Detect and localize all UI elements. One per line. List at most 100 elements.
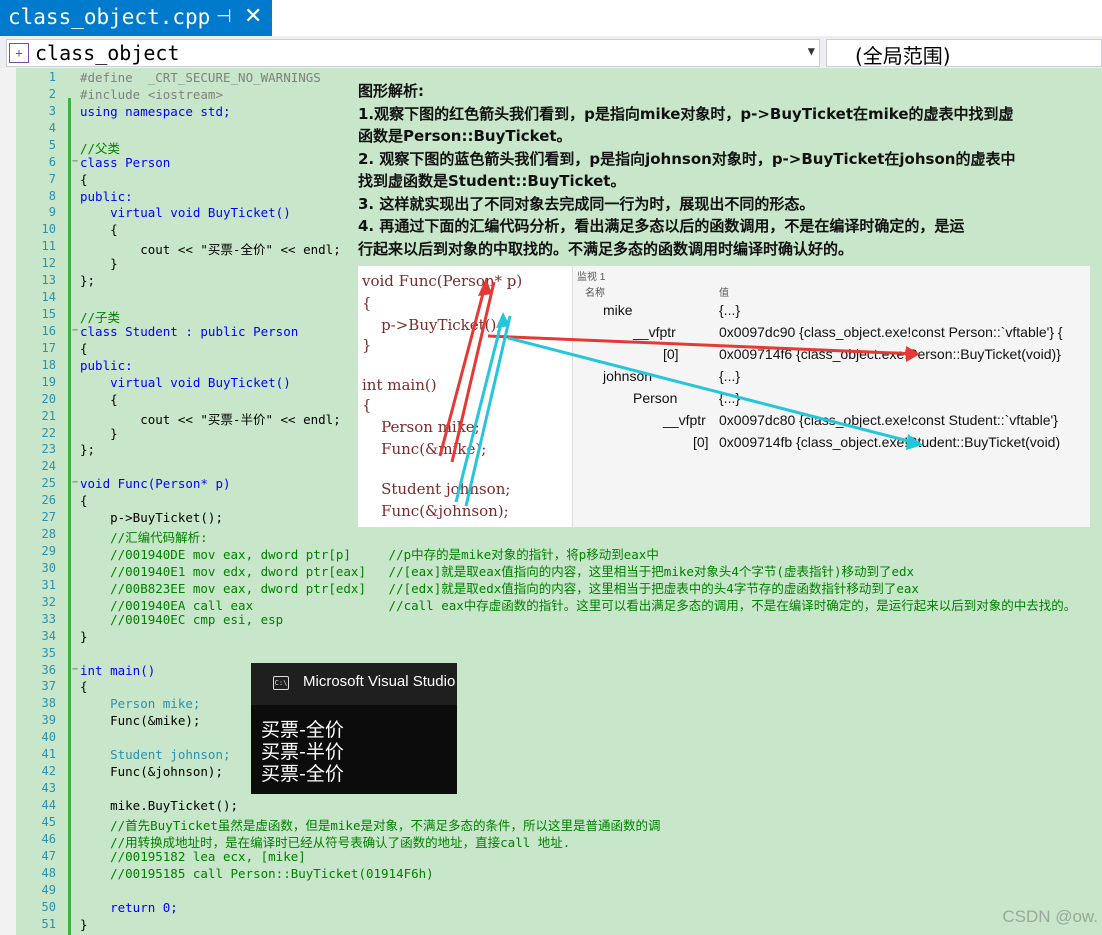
tab-bar: class_object.cpp ⊣ ✕ bbox=[0, 0, 1102, 36]
code-line[interactable]: class Student : public Person bbox=[80, 324, 298, 339]
line-number: 20 bbox=[41, 391, 56, 406]
code-line[interactable]: cout << "买票-半价" << endl; bbox=[80, 409, 341, 428]
line-number: 25 bbox=[41, 476, 56, 491]
close-icon[interactable]: ✕ bbox=[244, 3, 262, 29]
navigation-bar: + class_object ▼ (全局范围) bbox=[0, 36, 1102, 68]
code-line[interactable]: void Func(Person* p) bbox=[80, 476, 231, 491]
line-number: 17 bbox=[41, 340, 56, 355]
line-number: 47 bbox=[41, 848, 56, 863]
line-number: 11 bbox=[41, 239, 56, 254]
analysis-line: 图形解析: bbox=[358, 82, 424, 100]
code-line[interactable]: cout << "买票-全价" << endl; bbox=[80, 239, 341, 258]
glyph-margin bbox=[0, 68, 16, 935]
console-icon: C:\ bbox=[273, 676, 289, 690]
analysis-text: 图形解析: 1.观察下图的红色箭头我们看到，p是指向mike对象时，p->BuyT… bbox=[358, 80, 1098, 260]
line-number: 6 bbox=[48, 154, 56, 169]
code-line[interactable]: mike.BuyTicket(); bbox=[80, 798, 238, 813]
code-line[interactable]: class Person bbox=[80, 155, 170, 170]
code-line[interactable]: //00195185 call Person::BuyTicket(01914F… bbox=[80, 866, 434, 881]
class-icon: + bbox=[9, 43, 29, 63]
line-number: 22 bbox=[41, 425, 56, 440]
collapse-icon[interactable]: − bbox=[72, 325, 78, 336]
code-line[interactable]: { bbox=[80, 392, 118, 407]
collapse-icon[interactable]: − bbox=[72, 156, 78, 167]
code-line[interactable]: Func(&johnson); bbox=[80, 764, 223, 779]
line-number: 5 bbox=[48, 137, 56, 152]
code-line[interactable]: Student johnson; bbox=[80, 747, 230, 762]
line-number: 33 bbox=[41, 611, 56, 626]
line-number: 1 bbox=[48, 70, 56, 84]
tab-class-object-cpp[interactable]: class_object.cpp ⊣ ✕ bbox=[0, 0, 272, 36]
analysis-line: 2. 观察下图的蓝色箭头我们看到，p是指向johnson对象时，p->BuyTi… bbox=[358, 149, 1016, 168]
scope-combo-value: (全局范围) bbox=[855, 44, 951, 68]
pin-icon[interactable]: ⊣ bbox=[216, 6, 232, 27]
code-line[interactable]: #include <iostream> bbox=[80, 87, 223, 102]
chevron-down-icon[interactable]: ▼ bbox=[808, 44, 815, 58]
console-title: Microsoft Visual Studio bbox=[303, 673, 456, 690]
line-number: 49 bbox=[41, 882, 56, 897]
line-number: 36 bbox=[41, 662, 56, 677]
line-number: 32 bbox=[41, 594, 56, 609]
line-number: 24 bbox=[41, 459, 56, 474]
line-number: 3 bbox=[48, 103, 56, 118]
line-number: 29 bbox=[41, 544, 56, 559]
code-line[interactable]: p->BuyTicket(); bbox=[80, 510, 223, 525]
watermark: CSDN @ow. bbox=[1002, 907, 1098, 926]
line-number: 35 bbox=[41, 645, 56, 660]
code-line[interactable]: //001940EC cmp esi, esp bbox=[80, 612, 283, 627]
line-number: 2 bbox=[48, 86, 56, 101]
code-line[interactable]: } bbox=[80, 629, 88, 644]
line-number: 48 bbox=[41, 865, 56, 880]
line-number: 42 bbox=[41, 764, 56, 779]
code-line[interactable]: } bbox=[80, 426, 118, 441]
code-line[interactable]: int main() bbox=[80, 663, 155, 678]
code-line[interactable]: virtual void BuyTicket() bbox=[80, 375, 291, 390]
line-number: 10 bbox=[41, 222, 56, 237]
scope-combo[interactable]: (全局范围) bbox=[826, 39, 1102, 68]
line-number: 31 bbox=[41, 577, 56, 592]
line-number: 14 bbox=[41, 290, 56, 305]
line-number: 30 bbox=[41, 560, 56, 575]
polymorphism-figure: void Func(Person* p){ p->BuyTicket();} in… bbox=[358, 266, 1090, 527]
console-line: 买票-全价 bbox=[261, 763, 344, 785]
analysis-line: 3. 这样就实现出了不同对象去完成同一行为时，展现出不同的形态。 bbox=[358, 194, 815, 213]
code-line[interactable]: { bbox=[80, 341, 88, 356]
line-number: 46 bbox=[41, 831, 56, 846]
code-line[interactable]: { bbox=[80, 493, 88, 508]
console-window: C:\ Microsoft Visual Studio 买票-全价 买票-半价 … bbox=[251, 663, 457, 794]
collapse-icon[interactable]: − bbox=[72, 477, 78, 488]
tab-title: class_object.cpp bbox=[8, 5, 211, 29]
code-line[interactable]: using namespace std; bbox=[80, 104, 231, 119]
line-number: 37 bbox=[41, 679, 56, 694]
class-combo[interactable]: + class_object ▼ bbox=[6, 39, 820, 67]
code-line[interactable]: public: bbox=[80, 358, 133, 373]
code-line[interactable]: virtual void BuyTicket() bbox=[80, 205, 291, 220]
code-editor[interactable]: 1 2 3 4 5 6 7 8 9 10 11 12 13 14 15 16 17 18 19 20 21 22 23 24 2… bbox=[0, 68, 1102, 935]
line-number: 45 bbox=[41, 814, 56, 829]
code-line[interactable]: } bbox=[80, 917, 88, 932]
change-indicator-bar bbox=[68, 98, 71, 935]
code-line[interactable]: #define _CRT_SECURE_NO_WARNINGS bbox=[80, 70, 321, 85]
line-number: 41 bbox=[41, 747, 56, 762]
analysis-line: 1.观察下图的红色箭头我们看到，p是指向mike对象时，p->BuyTicket… bbox=[358, 104, 1014, 123]
line-number: 21 bbox=[41, 408, 56, 423]
line-number: 50 bbox=[41, 899, 56, 914]
code-line[interactable]: public: bbox=[80, 189, 133, 204]
line-number: 4 bbox=[48, 120, 56, 135]
line-number: 8 bbox=[48, 188, 56, 203]
code-line[interactable]: { bbox=[80, 172, 88, 187]
code-line[interactable]: { bbox=[80, 679, 88, 694]
collapse-icon[interactable]: − bbox=[72, 664, 78, 675]
line-number: 28 bbox=[41, 527, 56, 542]
code-line[interactable]: }; bbox=[80, 442, 95, 457]
code-line[interactable]: //00195182 lea ecx, [mike] bbox=[80, 849, 306, 864]
code-line[interactable]: return 0; bbox=[80, 900, 178, 915]
class-combo-value: class_object bbox=[35, 41, 180, 65]
analysis-line: 4. 再通过下面的汇编代码分析，看出满足多态以后的函数调用，不是在编译时确定的，… bbox=[358, 217, 965, 235]
code-line[interactable]: } bbox=[80, 256, 118, 271]
code-line[interactable]: { bbox=[80, 222, 118, 237]
code-line[interactable]: Person mike; bbox=[80, 696, 200, 711]
code-line[interactable]: Func(&mike); bbox=[80, 713, 200, 728]
line-number: 23 bbox=[41, 442, 56, 457]
code-line[interactable]: }; bbox=[80, 273, 95, 288]
